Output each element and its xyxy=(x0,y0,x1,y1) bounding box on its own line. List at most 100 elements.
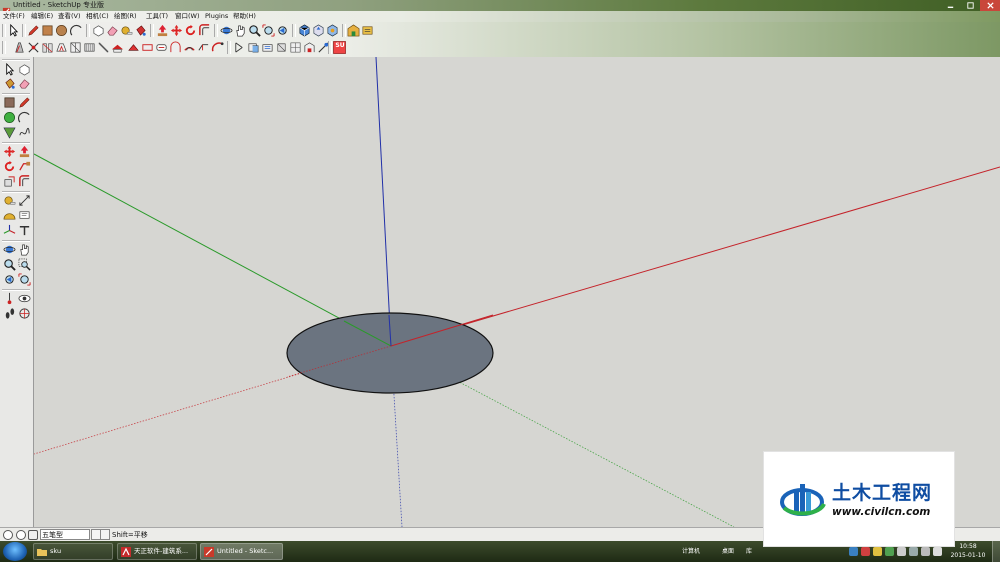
menu-window[interactable]: 窗口(W) xyxy=(175,11,200,22)
flag-icon[interactable] xyxy=(897,547,906,556)
plugin-7-icon[interactable] xyxy=(97,41,110,54)
plugin-2-icon[interactable] xyxy=(27,41,40,54)
menu-file[interactable]: 文件(F) xyxy=(3,11,25,22)
axes-icon[interactable] xyxy=(3,224,16,237)
select-icon[interactable] xyxy=(7,24,20,37)
tray-desktop[interactable]: 桌面 xyxy=(722,541,734,562)
plugin-12-icon[interactable] xyxy=(169,41,182,54)
tape-measure-icon[interactable] xyxy=(3,194,16,207)
make-component-icon[interactable] xyxy=(18,63,31,76)
tray-library[interactable]: 库 xyxy=(746,541,752,562)
close-button[interactable] xyxy=(980,0,1000,11)
section-plane-icon[interactable] xyxy=(18,307,31,320)
share-model-icon[interactable] xyxy=(312,24,325,37)
ime-icon[interactable] xyxy=(933,547,942,556)
sketchup-app-icon[interactable] xyxy=(2,1,11,16)
plugin-8-icon[interactable] xyxy=(111,41,124,54)
toolbar-grip[interactable] xyxy=(2,24,6,37)
rotate-icon[interactable] xyxy=(3,160,16,173)
plugin-3-icon[interactable] xyxy=(41,41,54,54)
zoom-window-icon[interactable] xyxy=(18,258,31,271)
walk-icon[interactable] xyxy=(3,307,16,320)
rotate-icon[interactable] xyxy=(184,24,197,37)
orbit-icon[interactable] xyxy=(220,24,233,37)
freehand-icon[interactable] xyxy=(18,126,31,139)
toolbar-grip[interactable] xyxy=(2,41,6,54)
dimension-icon[interactable] xyxy=(18,194,31,207)
menu-help[interactable]: 帮助(H) xyxy=(233,11,256,22)
rectangle-icon[interactable] xyxy=(41,24,54,37)
plugin-21-icon[interactable] xyxy=(303,41,316,54)
polygon-icon[interactable] xyxy=(3,126,16,139)
plugin-14-icon[interactable] xyxy=(197,41,210,54)
rectangle-icon[interactable] xyxy=(3,96,16,109)
plugin-9-icon[interactable] xyxy=(127,41,140,54)
plugin-16-icon[interactable] xyxy=(233,41,246,54)
notification-icon[interactable] xyxy=(873,547,882,556)
get-models-icon[interactable] xyxy=(298,24,311,37)
ime-keyboard-icon[interactable] xyxy=(100,529,110,540)
position-camera-icon[interactable] xyxy=(3,292,16,305)
select-icon[interactable] xyxy=(3,63,16,76)
plugin-20-icon[interactable] xyxy=(289,41,302,54)
plugin-19-icon[interactable] xyxy=(275,41,288,54)
extension-icon[interactable] xyxy=(361,24,374,37)
menu-plugins[interactable]: Plugins xyxy=(205,11,228,22)
maximize-button[interactable] xyxy=(960,0,980,11)
minimize-button[interactable] xyxy=(940,0,960,11)
task-tangent[interactable]: 天正软件-建筑系... xyxy=(117,543,197,560)
tray-computer[interactable]: 计算机 xyxy=(682,541,700,562)
plugin-5-icon[interactable] xyxy=(69,41,82,54)
start-button[interactable] xyxy=(3,542,27,561)
palette-grip[interactable] xyxy=(2,59,30,61)
previous-view-icon[interactable] xyxy=(3,273,16,286)
eraser-icon[interactable] xyxy=(18,77,31,90)
components-icon[interactable] xyxy=(326,24,339,37)
task-sketchup[interactable]: Untitled - Sketc... xyxy=(200,543,283,560)
follow-me-icon[interactable] xyxy=(18,160,31,173)
zoom-icon[interactable] xyxy=(248,24,261,37)
network-icon[interactable] xyxy=(849,547,858,556)
tape-measure-icon[interactable] xyxy=(120,24,133,37)
push-pull-icon[interactable] xyxy=(18,145,31,158)
circle-icon[interactable] xyxy=(3,111,16,124)
circle-icon[interactable] xyxy=(55,24,68,37)
pencil-icon[interactable] xyxy=(18,96,31,109)
push-pull-icon[interactable] xyxy=(156,24,169,37)
plugin-18-icon[interactable] xyxy=(261,41,274,54)
zoom-extents-icon[interactable] xyxy=(262,24,275,37)
update-icon[interactable] xyxy=(885,547,894,556)
offset-icon[interactable] xyxy=(198,24,211,37)
task-explorer[interactable]: sku xyxy=(33,543,113,560)
security-icon[interactable] xyxy=(861,547,870,556)
plugin-11-icon[interactable] xyxy=(155,41,168,54)
protractor-icon[interactable] xyxy=(3,209,16,222)
plugin-6-icon[interactable] xyxy=(83,41,96,54)
paint-bucket-icon[interactable] xyxy=(3,77,16,90)
plugin-15-icon[interactable] xyxy=(211,41,224,54)
move-icon[interactable] xyxy=(3,145,16,158)
text-icon[interactable] xyxy=(18,209,31,222)
pan-icon[interactable] xyxy=(18,243,31,256)
paint-bucket-icon[interactable] xyxy=(134,24,147,37)
orbit-icon[interactable] xyxy=(3,243,16,256)
ime-input-indicator[interactable]: 五笔型 xyxy=(40,529,90,540)
look-around-icon[interactable] xyxy=(18,292,31,305)
plugin-10-icon[interactable] xyxy=(141,41,154,54)
plugin-17-icon[interactable] xyxy=(247,41,260,54)
previous-view-icon[interactable] xyxy=(276,24,289,37)
plugin-13-icon[interactable] xyxy=(183,41,196,54)
move-icon[interactable] xyxy=(170,24,183,37)
volume-icon[interactable] xyxy=(921,547,930,556)
arc-icon[interactable] xyxy=(70,24,83,37)
plugin-4-icon[interactable] xyxy=(55,41,68,54)
help-icon[interactable] xyxy=(28,530,38,540)
plugin-1-icon[interactable] xyxy=(13,41,26,54)
network-status-icon[interactable] xyxy=(909,547,918,556)
menu-draw[interactable]: 绘图(R) xyxy=(114,11,137,22)
eraser-icon[interactable] xyxy=(106,24,119,37)
menu-tools[interactable]: 工具(T) xyxy=(146,11,168,22)
menu-camera[interactable]: 相机(C) xyxy=(86,11,109,22)
3d-text-icon[interactable] xyxy=(18,224,31,237)
zoom-icon[interactable] xyxy=(3,258,16,271)
